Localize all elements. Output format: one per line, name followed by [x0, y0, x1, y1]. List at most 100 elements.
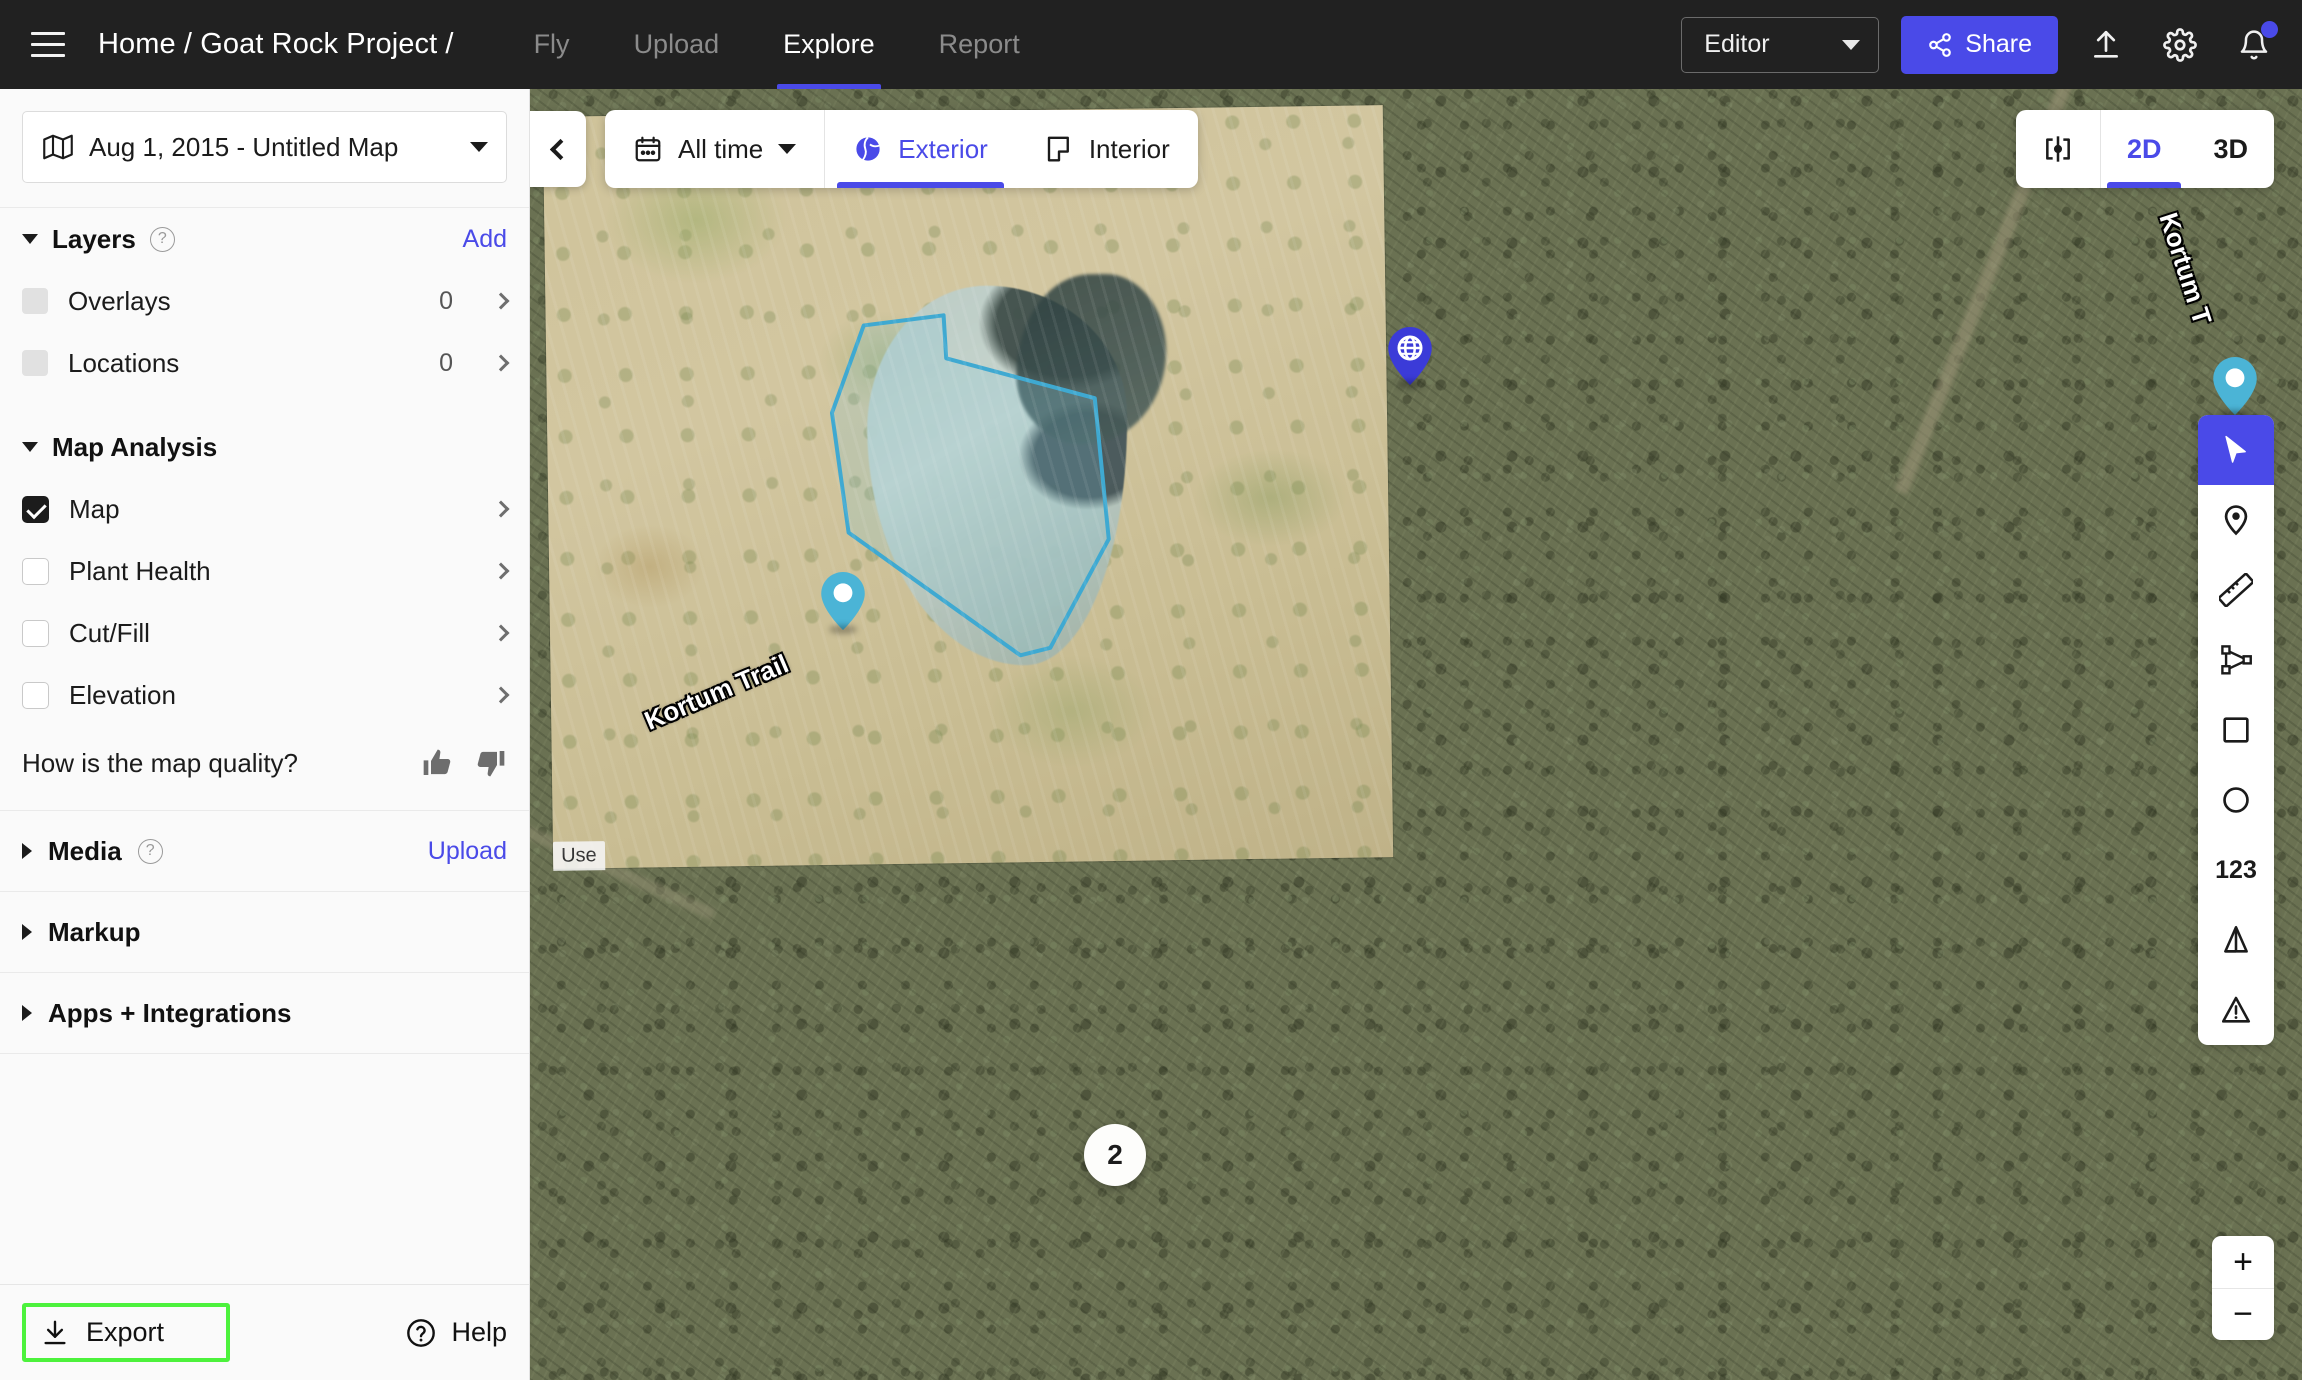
role-select[interactable]: Editor	[1681, 16, 1880, 73]
location-pin-marker-right[interactable]	[2212, 357, 2258, 419]
analysis-label: Plant Health	[69, 555, 211, 586]
collapse-triangle-icon[interactable]	[22, 234, 38, 244]
tool-volume-stockpile[interactable]	[2198, 905, 2274, 975]
tool-area-polygon[interactable]	[2198, 625, 2274, 695]
square-icon	[2223, 717, 2249, 743]
tab-interior-label: Interior	[1088, 133, 1170, 164]
pin-shadow	[829, 625, 857, 634]
compare-split-icon	[2046, 136, 2070, 162]
map-picker[interactable]: Aug 1, 2015 - Untitled Map	[22, 111, 507, 183]
layers-title: Layers	[52, 223, 136, 254]
analysis-row-plant-health[interactable]: Plant Health	[0, 540, 529, 602]
apps-integrations-section-header[interactable]: Apps + Integrations	[0, 983, 529, 1043]
map-icon	[43, 134, 73, 160]
tab-upload[interactable]: Upload	[602, 0, 752, 89]
question-circle-icon	[407, 1318, 436, 1347]
expand-triangle-icon[interactable]	[22, 843, 32, 859]
chevron-down-icon	[470, 142, 488, 152]
tool-issue[interactable]	[2198, 975, 2274, 1045]
share-button[interactable]: Share	[1901, 15, 2058, 74]
expand-triangle-icon[interactable]	[22, 924, 32, 940]
zoom-out-button[interactable]: −	[2212, 1288, 2274, 1340]
gear-icon[interactable]	[2154, 19, 2206, 71]
time-filter-button[interactable]: All time	[605, 110, 824, 188]
map-analysis-section-header: Map Analysis	[0, 416, 529, 478]
chevron-right-icon[interactable]	[492, 562, 510, 580]
plant-health-checkbox[interactable]	[22, 557, 49, 585]
expand-triangle-icon[interactable]	[22, 1005, 32, 1021]
thumbs-up-icon[interactable]	[421, 747, 453, 779]
upload-icon[interactable]	[2080, 19, 2132, 71]
cut-fill-checkbox[interactable]	[22, 619, 49, 647]
overlays-swatch[interactable]	[22, 288, 48, 314]
layer-row-locations[interactable]: Locations 0	[0, 332, 529, 394]
media-upload-button[interactable]: Upload	[428, 837, 507, 866]
tool-select-cursor[interactable]	[2198, 415, 2274, 485]
cluster-badge[interactable]: 2	[1084, 1124, 1146, 1186]
map-canvas[interactable]: Use Kortum Trail Kortum T 2 All time Ext…	[530, 89, 2302, 1380]
bell-icon[interactable]	[2228, 19, 2280, 71]
locations-swatch[interactable]	[22, 350, 48, 376]
media-section-header[interactable]: Media ? Upload	[0, 821, 529, 881]
question-circle-icon[interactable]: ?	[149, 226, 175, 252]
tab-3d[interactable]: 3D	[2187, 110, 2274, 188]
map-pin-icon	[2213, 357, 2257, 415]
polygon-icon	[2221, 645, 2252, 675]
layer-count: 0	[439, 286, 453, 315]
tool-distance-measure[interactable]	[2198, 555, 2274, 625]
chevron-left-icon	[549, 138, 572, 160]
help-button[interactable]: Help	[405, 1317, 507, 1349]
hamburger-menu-icon[interactable]	[20, 17, 76, 73]
main-nav-tabs: Fly Upload Explore Report	[502, 0, 1052, 89]
tab-explore[interactable]: Explore	[751, 0, 907, 89]
chevron-right-icon[interactable]	[492, 686, 510, 704]
analysis-label: Map	[69, 493, 120, 524]
tab-report[interactable]: Report	[907, 0, 1052, 89]
export-button[interactable]: Export	[22, 1303, 231, 1362]
tab-exterior[interactable]: Exterior	[824, 110, 1016, 188]
orthomosaic-tile[interactable]: Use	[542, 105, 1394, 871]
zoom-controls: + −	[2212, 1236, 2274, 1340]
zoom-in-button[interactable]: +	[2212, 1236, 2274, 1288]
tool-rectangle[interactable]	[2198, 695, 2274, 765]
globe-pin-marker[interactable]	[1387, 327, 1433, 389]
sidebar-footer: Export Help	[0, 1284, 529, 1380]
divider	[0, 1053, 529, 1054]
layer-count: 0	[439, 348, 453, 377]
left-sidebar: Aug 1, 2015 - Untitled Map Layers ? Add …	[0, 89, 530, 1380]
chevron-right-icon[interactable]	[492, 500, 510, 518]
analysis-row-elevation[interactable]: Elevation	[0, 664, 529, 726]
dimension-controls: 2D 3D	[2015, 110, 2274, 188]
question-circle-icon[interactable]: ?	[137, 838, 163, 864]
map-checkbox[interactable]	[22, 495, 49, 523]
analysis-row-map[interactable]: Map	[0, 478, 529, 540]
chevron-right-icon[interactable]	[492, 292, 510, 310]
markup-section-header[interactable]: Markup	[0, 902, 529, 962]
elevation-checkbox[interactable]	[22, 681, 49, 709]
help-label: Help	[451, 1317, 507, 1347]
layer-row-overlays[interactable]: Overlays 0	[0, 270, 529, 332]
tool-location-marker[interactable]	[2198, 485, 2274, 555]
location-pin-marker-left[interactable]	[820, 572, 866, 634]
breadcrumb[interactable]: Home / Goat Rock Project /	[98, 28, 454, 61]
markup-title: Markup	[48, 916, 141, 947]
chevron-right-icon[interactable]	[492, 624, 510, 642]
tool-circle[interactable]	[2198, 765, 2274, 835]
tab-2d[interactable]: 2D	[2099, 110, 2188, 188]
compare-split-button[interactable]	[2016, 110, 2100, 188]
collapse-sidebar-button[interactable]	[530, 111, 586, 187]
tab-interior[interactable]: Interior	[1016, 110, 1198, 188]
cone-volume-icon	[2224, 925, 2248, 953]
tool-count[interactable]: 123	[2198, 835, 2274, 905]
tab-fly[interactable]: Fly	[502, 0, 602, 89]
chevron-right-icon[interactable]	[492, 354, 510, 372]
collapse-triangle-icon[interactable]	[22, 442, 38, 452]
quarry-feature	[865, 283, 1131, 668]
analysis-row-cut-fill[interactable]: Cut/Fill	[0, 602, 529, 664]
tab-exterior-label: Exterior	[898, 133, 988, 164]
quarry-shadow-feature	[1015, 273, 1168, 446]
annotation-polygon[interactable]	[543, 105, 1393, 869]
thumbs-down-icon[interactable]	[475, 747, 507, 779]
map-pin-icon	[821, 572, 865, 630]
layers-add-button[interactable]: Add	[463, 225, 507, 254]
